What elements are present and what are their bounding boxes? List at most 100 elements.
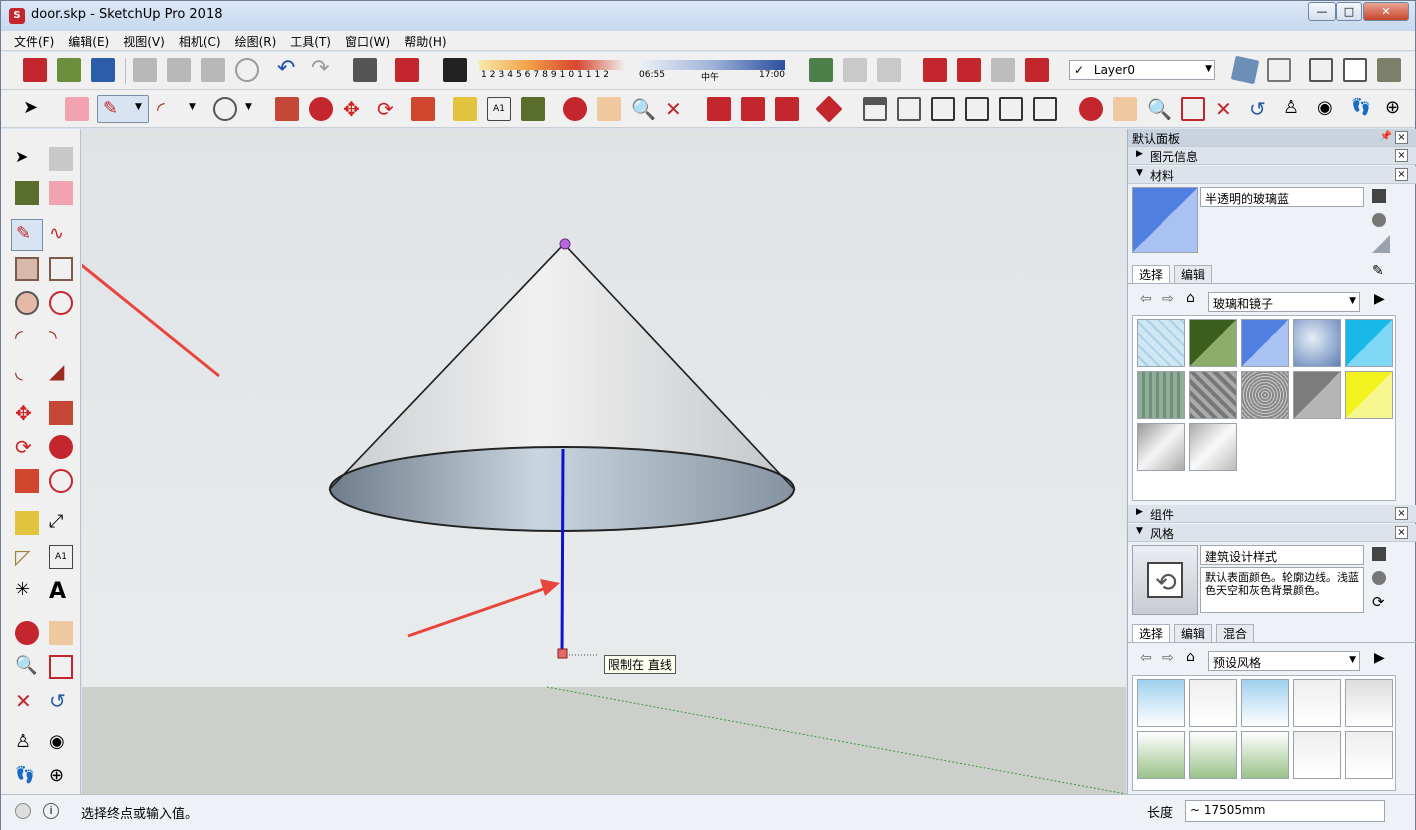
circle-icon[interactable] bbox=[15, 291, 39, 315]
material-swatch[interactable] bbox=[1345, 371, 1393, 419]
close-icon[interactable]: × bbox=[1395, 168, 1408, 181]
style-description[interactable]: 默认表面颜色。轮廓边线。浅蓝色天空和灰色背景颜色。 bbox=[1200, 567, 1364, 613]
section-plane-icon[interactable]: ⊕ bbox=[1385, 97, 1409, 121]
material-swatch[interactable] bbox=[1137, 371, 1185, 419]
camera-zoom-extents-icon[interactable]: ✕ bbox=[1215, 97, 1239, 121]
arc-tool-icon[interactable]: ◜ bbox=[157, 97, 181, 121]
extension-warehouse-icon[interactable] bbox=[1025, 58, 1049, 82]
material-swatch[interactable] bbox=[1189, 371, 1237, 419]
style-swatch[interactable] bbox=[1189, 679, 1237, 727]
select-arrow-icon[interactable]: ➤ bbox=[15, 147, 39, 171]
menu-view[interactable]: 视图(V) bbox=[116, 31, 172, 50]
details-arrow-icon[interactable]: ▶ bbox=[1374, 291, 1385, 307]
material-swatch[interactable] bbox=[1241, 371, 1289, 419]
menu-camera[interactable]: 相机(C) bbox=[172, 31, 228, 50]
pan-hand-icon[interactable] bbox=[49, 621, 73, 645]
style-swatch[interactable] bbox=[1241, 679, 1289, 727]
share-model-icon[interactable] bbox=[957, 58, 981, 82]
push-pull-icon[interactable] bbox=[49, 401, 73, 425]
tab-style-select[interactable]: 选择 bbox=[1132, 624, 1171, 642]
material-swatch[interactable] bbox=[1189, 423, 1237, 471]
close-icon[interactable]: × bbox=[1395, 149, 1408, 162]
tab-material-edit[interactable]: 编辑 bbox=[1174, 265, 1213, 283]
forward-icon[interactable]: ⇨ bbox=[1162, 291, 1174, 307]
previous-view-icon[interactable]: ↺ bbox=[1249, 97, 1273, 121]
entity-info-header[interactable]: ▶ 图元信息 × bbox=[1128, 147, 1416, 165]
component-icon[interactable] bbox=[49, 147, 73, 171]
update-style-icon[interactable]: ⟳ bbox=[1372, 593, 1385, 611]
three-point-arc-icon[interactable]: ◟ bbox=[15, 359, 39, 383]
rectangle-icon[interactable] bbox=[15, 257, 39, 281]
pencil-icon[interactable]: ✎ bbox=[103, 98, 127, 122]
dimension-icon[interactable]: ⤢ bbox=[49, 511, 73, 535]
home-icon[interactable]: ⌂ bbox=[1186, 290, 1195, 306]
menu-edit[interactable]: 编辑(E) bbox=[61, 31, 116, 50]
text-tool-icon[interactable]: A1 bbox=[49, 545, 73, 569]
material-swatch[interactable] bbox=[1189, 319, 1237, 367]
material-swatch[interactable] bbox=[1137, 319, 1185, 367]
material-preview[interactable] bbox=[1132, 187, 1198, 253]
undo-icon[interactable]: ↶ bbox=[277, 58, 301, 82]
position-camera-icon[interactable]: ♙ bbox=[1283, 97, 1307, 121]
polygon-icon[interactable] bbox=[49, 291, 73, 315]
details-arrow-icon[interactable]: ▶ bbox=[1374, 650, 1385, 666]
left-view-icon[interactable] bbox=[1033, 97, 1057, 121]
close-button[interactable]: ✕ bbox=[1363, 2, 1409, 21]
close-icon[interactable]: × bbox=[1395, 131, 1408, 144]
chevron-down-icon[interactable]: ▼ bbox=[245, 102, 252, 112]
camera-zoom-icon[interactable]: 🔍 bbox=[1147, 97, 1172, 121]
chevron-down-icon[interactable]: ▼ bbox=[135, 102, 142, 112]
geo-location-icon[interactable] bbox=[843, 58, 867, 82]
rotate-icon[interactable]: ⟳ bbox=[15, 435, 39, 459]
tape-measure-icon[interactable] bbox=[15, 511, 39, 535]
style-library-select[interactable]: 预设风格 ▼ bbox=[1208, 651, 1360, 671]
back-icon[interactable]: ⇦ bbox=[1140, 650, 1152, 666]
material-library-select[interactable]: 玻璃和镜子 ▼ bbox=[1208, 292, 1360, 312]
layout-send-icon[interactable] bbox=[775, 97, 799, 121]
look-around-eye-icon[interactable]: ◉ bbox=[49, 731, 73, 755]
style-preview[interactable]: ⟲ bbox=[1132, 545, 1198, 615]
zoom-icon[interactable]: 🔍 bbox=[631, 97, 656, 121]
style-name-field[interactable]: 建筑设计样式 bbox=[1200, 545, 1364, 565]
layer-dropdown[interactable]: ✓ Layer0 ▼ bbox=[1069, 60, 1215, 80]
scale-icon[interactable] bbox=[411, 97, 435, 121]
new-file-icon[interactable] bbox=[23, 58, 47, 82]
rotate-icon[interactable]: ⟳ bbox=[377, 97, 401, 121]
shadows-toggle-icon[interactable] bbox=[443, 58, 467, 82]
eyedropper-icon[interactable]: ✎ bbox=[1372, 263, 1384, 279]
camera-orbit-icon[interactable] bbox=[1079, 97, 1103, 121]
right-view-icon[interactable] bbox=[965, 97, 989, 121]
freehand-icon[interactable]: ∿ bbox=[49, 223, 73, 247]
circle-tool-icon[interactable] bbox=[213, 97, 237, 121]
back-view-icon[interactable] bbox=[999, 97, 1023, 121]
tab-material-select[interactable]: 选择 bbox=[1132, 265, 1171, 283]
paint-bucket-icon[interactable] bbox=[521, 97, 545, 121]
warehouse-get-icon[interactable] bbox=[707, 97, 731, 121]
display-secondary-icon[interactable] bbox=[1372, 547, 1386, 561]
materials-header[interactable]: ▼ 材料 × bbox=[1128, 166, 1416, 184]
share-component-icon[interactable] bbox=[991, 58, 1015, 82]
menu-draw[interactable]: 绘图(R) bbox=[228, 31, 284, 50]
eraser-icon[interactable] bbox=[49, 181, 73, 205]
google-earth-icon[interactable] bbox=[809, 58, 833, 82]
copy-icon[interactable] bbox=[167, 58, 191, 82]
push-pull-icon[interactable] bbox=[275, 97, 299, 121]
eraser-icon[interactable] bbox=[65, 97, 89, 121]
measurements-box[interactable]: ~ 17505mm bbox=[1185, 800, 1385, 822]
text-tool-icon[interactable]: A1 bbox=[487, 97, 511, 121]
follow-me-icon[interactable] bbox=[309, 97, 333, 121]
style-swatch[interactable] bbox=[1137, 731, 1185, 779]
style-swatch[interactable] bbox=[1293, 679, 1341, 727]
erase-icon[interactable] bbox=[235, 58, 259, 82]
style-swatch[interactable] bbox=[1189, 731, 1237, 779]
orbit-icon[interactable] bbox=[15, 621, 39, 645]
iso-house-icon[interactable] bbox=[863, 97, 887, 121]
chevron-down-icon[interactable]: ▼ bbox=[189, 102, 196, 112]
menu-file[interactable]: 文件(F) bbox=[7, 31, 61, 50]
maximize-button[interactable]: □ bbox=[1336, 2, 1362, 21]
ruby-console-icon[interactable] bbox=[815, 95, 843, 123]
open-file-icon[interactable] bbox=[57, 58, 81, 82]
camera-pan-icon[interactable] bbox=[1113, 97, 1137, 121]
style-swatch[interactable] bbox=[1241, 731, 1289, 779]
axes-icon[interactable]: ✳ bbox=[15, 579, 39, 603]
